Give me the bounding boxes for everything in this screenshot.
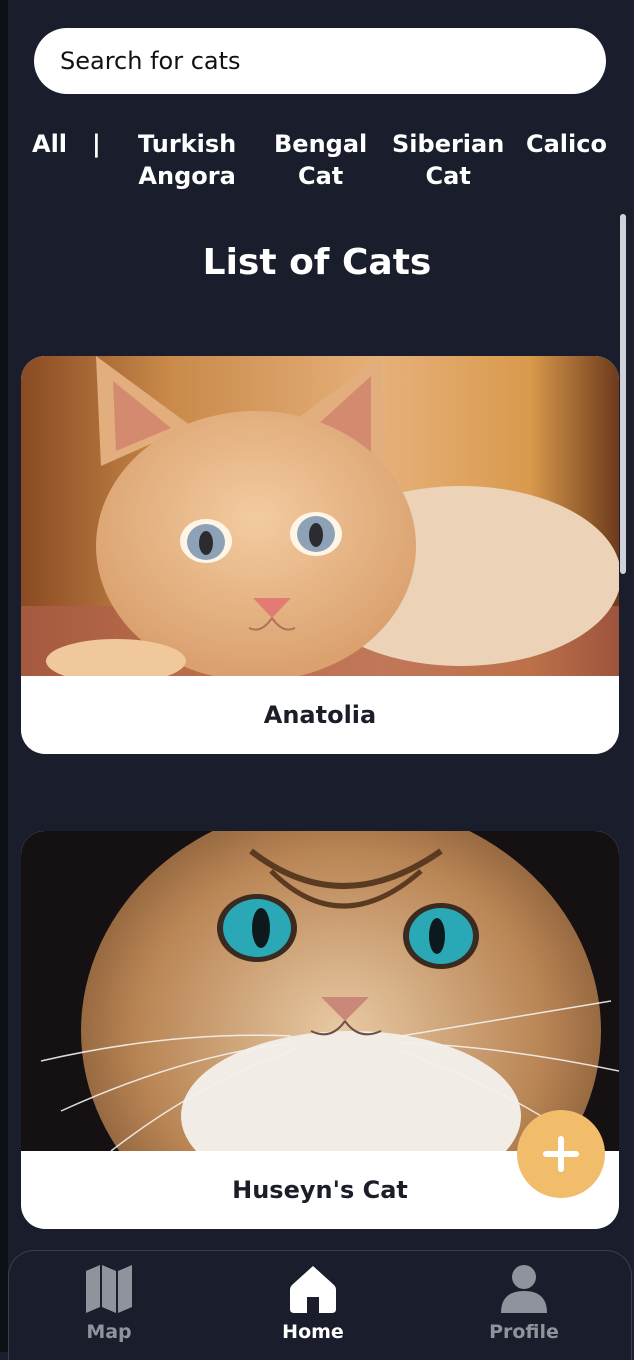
plus-icon	[543, 1136, 579, 1172]
filter-all[interactable]: All	[32, 128, 67, 160]
nav-item-profile[interactable]: Profile	[454, 1263, 594, 1353]
filter-separator: |	[92, 130, 101, 158]
nav-item-home[interactable]: Home	[243, 1263, 383, 1353]
cat-name: Anatolia	[263, 701, 377, 729]
search-input[interactable]	[34, 28, 606, 94]
person-icon	[501, 1265, 547, 1313]
filter-siberian-cat[interactable]: Siberian Cat	[392, 128, 504, 192]
ginger-cat-photo	[21, 356, 619, 676]
map-icon	[86, 1265, 132, 1313]
nav-label-profile: Profile	[489, 1321, 559, 1343]
home-icon	[290, 1266, 336, 1313]
tabby-cat-photo	[21, 831, 619, 1151]
filter-bengal-cat[interactable]: Bengal Cat	[274, 128, 367, 192]
breed-filter-bar: All | Turkish Angora Bengal Cat Siberian…	[0, 128, 634, 208]
scrollbar[interactable]	[620, 214, 626, 574]
nav-label-map: Map	[86, 1321, 132, 1343]
filter-calico[interactable]: Calico	[526, 128, 607, 160]
cat-card[interactable]: Anatolia	[21, 356, 619, 754]
page-title: List of Cats	[202, 242, 432, 283]
add-cat-button[interactable]	[517, 1110, 605, 1198]
nav-item-map[interactable]: Map	[39, 1263, 179, 1353]
filter-turkish-angora[interactable]: Turkish Angora	[138, 128, 236, 192]
nav-label-home: Home	[282, 1321, 344, 1343]
bottom-nav: Map Home Profile	[8, 1250, 632, 1360]
search-bar[interactable]	[34, 28, 606, 94]
